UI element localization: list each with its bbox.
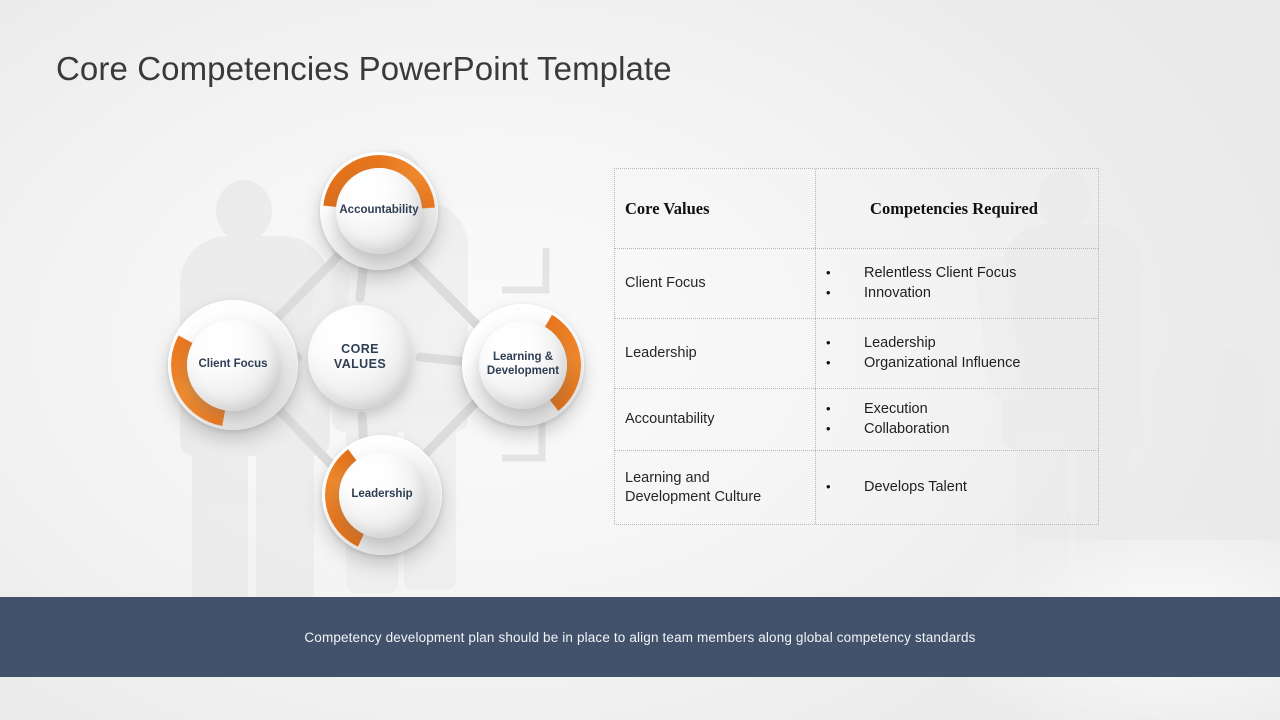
- table-cell-core-value: Accountability: [615, 389, 816, 450]
- footer-text: Competency development plan should be in…: [304, 629, 976, 645]
- competency-label: Collaboration: [864, 420, 950, 437]
- table-cell-competencies: • Leadership • Organizational Influence: [816, 319, 1098, 388]
- core-value-label: Client Focus: [625, 275, 706, 292]
- diagram-node-learning-development[interactable]: Learning & Development: [462, 304, 584, 426]
- list-item: • Relentless Client Focus: [826, 264, 1098, 283]
- node-sphere: Leadership: [339, 452, 425, 538]
- center-label-line2: VALUES: [333, 357, 387, 371]
- diagram-center-label: CORE VALUES: [334, 342, 386, 372]
- table-row[interactable]: Learning and Development Culture • Devel…: [615, 451, 1098, 524]
- diagram-node-label: Client Focus: [198, 358, 268, 371]
- competency-label: Execution: [864, 401, 928, 418]
- competency-label: Develops Talent: [864, 478, 967, 495]
- competency-label: Innovation: [864, 284, 931, 301]
- list-item: • Collaboration: [826, 420, 1098, 439]
- bullet-icon: •: [826, 265, 831, 281]
- competency-list: • Leadership • Organizational Influence: [816, 334, 1098, 372]
- background-silhouette-far-right: [1140, 300, 1280, 632]
- diagram-node-accountability[interactable]: Accountability: [320, 152, 438, 270]
- diagram-node-label: Learning & Development: [487, 351, 559, 378]
- table-row[interactable]: Leadership • Leadership • Organizational…: [615, 319, 1098, 389]
- node-sphere: Accountability: [336, 168, 422, 254]
- core-value-line1: Learning and: [625, 469, 710, 486]
- list-item: • Develops Talent: [826, 478, 1098, 497]
- node-sphere: Client Focus: [187, 319, 279, 411]
- table-header-row: Core Values Competencies Required: [615, 169, 1098, 249]
- core-value-label: Learning and Development Culture: [625, 469, 761, 506]
- table-cell-core-value: Client Focus: [615, 249, 816, 318]
- bullet-icon: •: [826, 420, 831, 436]
- bullet-icon: •: [826, 284, 831, 300]
- competency-list: • Relentless Client Focus • Innovation: [816, 264, 1098, 302]
- footer-banner: Competency development plan should be in…: [0, 597, 1280, 677]
- core-value-label: Leadership: [625, 345, 697, 362]
- node-sphere: Learning & Development: [479, 321, 567, 409]
- list-item: • Organizational Influence: [826, 354, 1098, 373]
- table-row[interactable]: Client Focus • Relentless Client Focus •…: [615, 249, 1098, 319]
- table-cell-competencies: • Relentless Client Focus • Innovation: [816, 249, 1098, 318]
- bullet-icon: •: [826, 354, 831, 370]
- competency-label: Relentless Client Focus: [864, 265, 1017, 282]
- table-row[interactable]: Accountability • Execution • Collaborati…: [615, 389, 1098, 451]
- diagram-node-label: Accountability: [339, 204, 419, 217]
- diagram-node-label: Leadership: [351, 488, 413, 501]
- node-label-line2: Development: [486, 365, 560, 377]
- node-label-line1: Learning &: [492, 351, 554, 364]
- table-header-cell-competencies: Competencies Required: [816, 169, 1098, 248]
- list-item: • Leadership: [826, 334, 1098, 353]
- bullet-icon: •: [826, 401, 831, 417]
- competencies-table: Core Values Competencies Required Client…: [614, 168, 1099, 525]
- competency-label: Organizational Influence: [864, 354, 1021, 371]
- slide-canvas: Core Competencies PowerPoint Template Ac…: [0, 0, 1280, 720]
- node-sphere: CORE VALUES: [308, 305, 412, 409]
- diagram-node-client-focus[interactable]: Client Focus: [168, 300, 298, 430]
- list-item: • Innovation: [826, 284, 1098, 303]
- table-cell-competencies: • Execution • Collaboration: [816, 389, 1098, 450]
- page-title: Core Competencies PowerPoint Template: [56, 50, 672, 87]
- bullet-icon: •: [826, 478, 831, 494]
- center-label-line1: CORE: [341, 342, 379, 357]
- core-value-label: Accountability: [625, 411, 715, 428]
- diagram-node-leadership[interactable]: Leadership: [322, 435, 442, 555]
- column-header-label: Core Values: [625, 198, 710, 218]
- table-cell-competencies: • Develops Talent: [816, 451, 1098, 524]
- table-cell-core-value: Leadership: [615, 319, 816, 388]
- competency-list: • Develops Talent: [816, 478, 1098, 497]
- bullet-icon: •: [826, 335, 831, 351]
- core-value-line2: Development Culture: [625, 488, 762, 505]
- diagram-node-core-values[interactable]: CORE VALUES: [308, 305, 412, 409]
- table-cell-core-value: Learning and Development Culture: [615, 451, 816, 524]
- competency-label: Leadership: [864, 335, 936, 352]
- column-header-label: Competencies Required: [870, 198, 1038, 218]
- core-values-diagram: Accountability Client Focus Learning & D…: [150, 140, 610, 580]
- competency-list: • Execution • Collaboration: [816, 400, 1098, 438]
- list-item: • Execution: [826, 400, 1098, 419]
- table-header-cell-core-values: Core Values: [615, 169, 816, 248]
